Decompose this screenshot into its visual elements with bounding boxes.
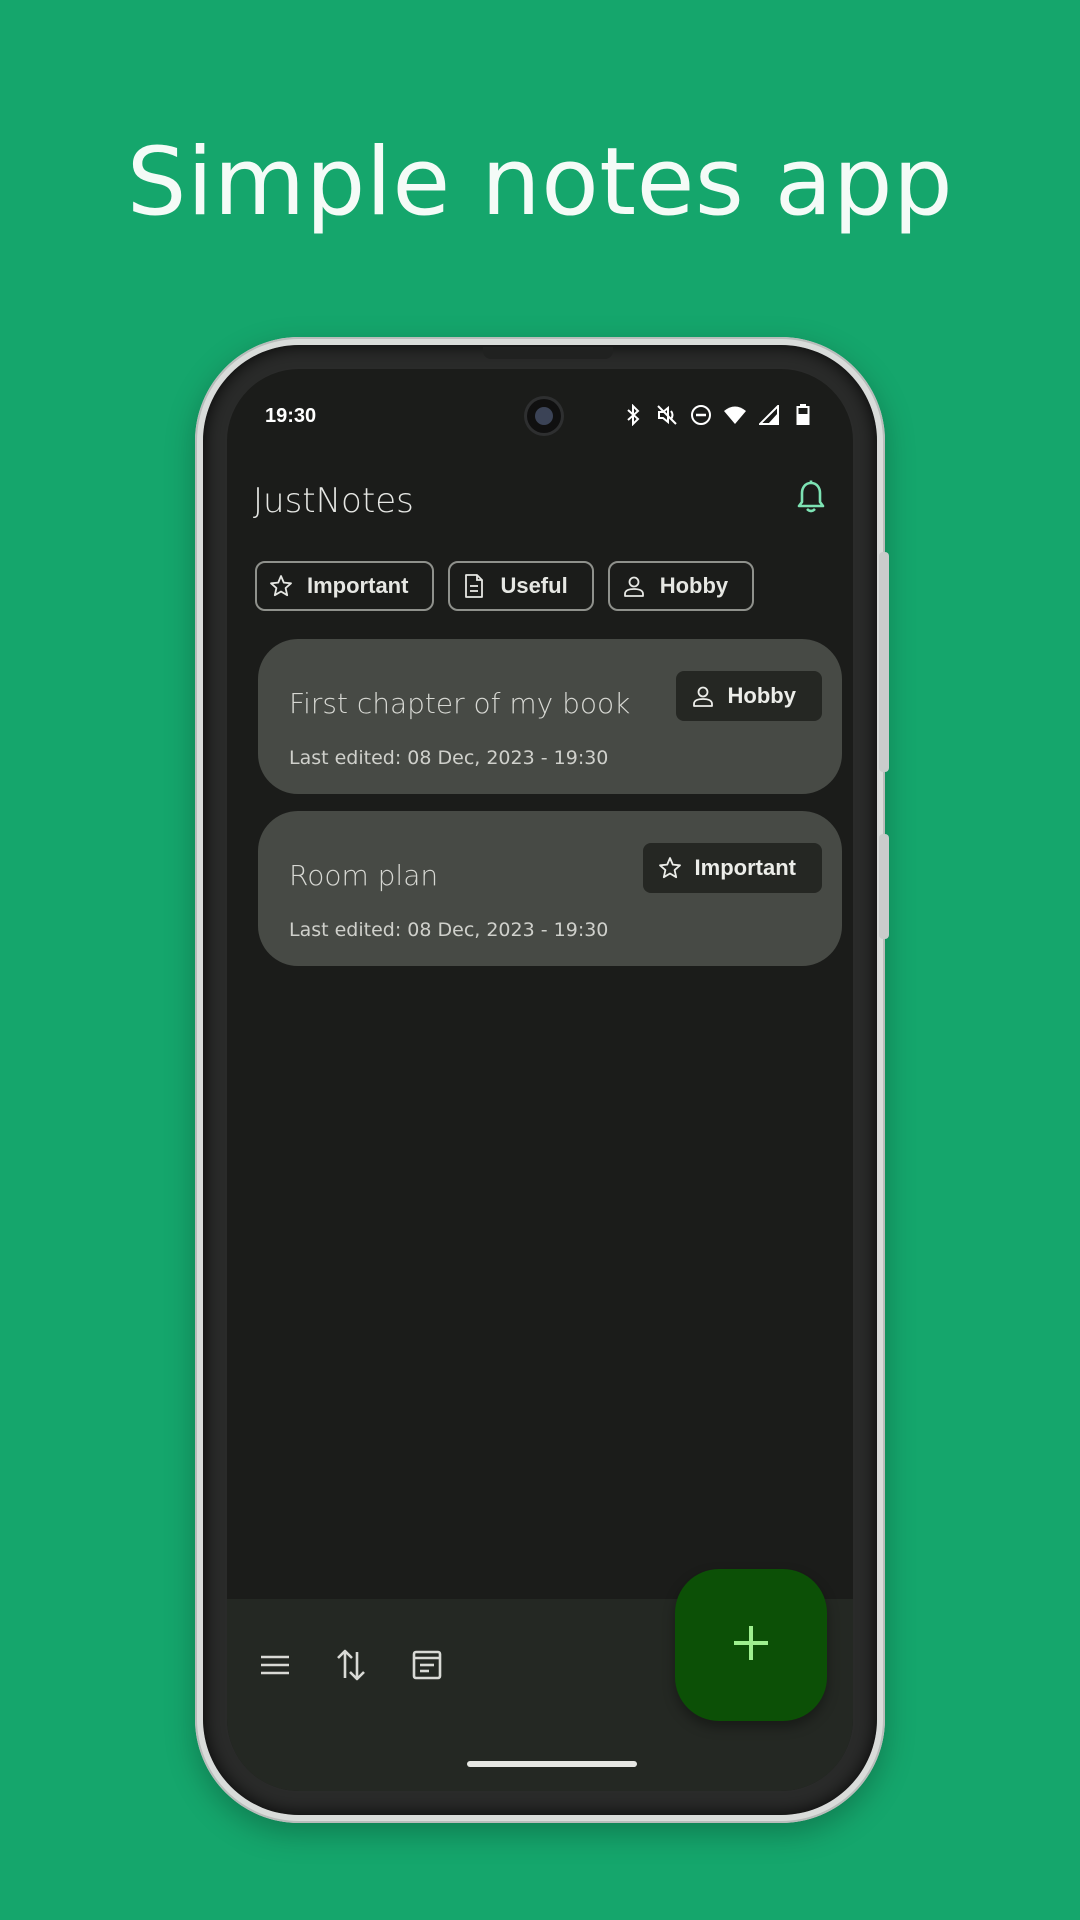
document-icon [462,574,486,598]
person-icon [622,574,646,598]
bluetooth-icon [621,403,645,427]
note-title: Room plan [289,859,439,892]
menu-icon[interactable] [255,1645,295,1685]
headline: Simple notes app [126,128,954,237]
filter-chip-group: Important Useful Hobby [255,561,755,611]
status-time: 19:30 [265,405,317,427]
note-title: First chapter of my book [289,687,631,720]
filter-chip-useful[interactable]: Useful [448,561,594,611]
do-not-disturb-icon [689,403,713,427]
note-card[interactable]: Room plan Last edited: 08 Dec, 2023 - 19… [258,811,842,966]
note-tag: Important [642,843,822,893]
volume-off-icon [655,403,679,427]
app-title: JustNotes [253,481,414,521]
home-indicator[interactable] [467,1761,637,1767]
note-date: Last edited: 08 Dec, 2023 - 19:30 [289,747,609,769]
bell-icon[interactable] [791,477,831,517]
phone-bezel: 19:30 JustNotes Important Useful Hobby F… [203,345,877,1815]
filter-chip-hobby[interactable]: Hobby [607,561,755,611]
phone-frame: 19:30 JustNotes Important Useful Hobby F… [195,337,889,1823]
sort-icon[interactable] [331,1645,371,1685]
filter-chip-important[interactable]: Important [255,561,435,611]
status-icons [621,403,815,427]
notes-view-icon[interactable] [407,1645,447,1685]
phone-volume-button [879,834,889,939]
note-card[interactable]: First chapter of my book Last edited: 08… [258,639,842,794]
note-tag-label: Hobby [727,683,796,708]
phone-speaker [483,347,613,359]
add-note-button[interactable] [675,1569,827,1721]
chip-label: Important [307,573,409,598]
note-tag: Hobby [675,671,822,721]
app-screen: 19:30 JustNotes Important Useful Hobby F… [227,369,853,1791]
front-camera [527,399,561,433]
plus-icon [731,1623,771,1668]
signal-icon [757,403,781,427]
chip-label: Useful [500,573,568,598]
note-date: Last edited: 08 Dec, 2023 - 19:30 [289,919,609,941]
chip-label: Hobby [659,573,729,598]
star-icon [269,574,293,598]
phone-power-button [879,552,889,772]
person-icon [690,683,716,709]
note-tag-label: Important [694,855,796,880]
star-icon [657,855,683,881]
wifi-icon [723,403,747,427]
battery-icon [791,403,815,427]
